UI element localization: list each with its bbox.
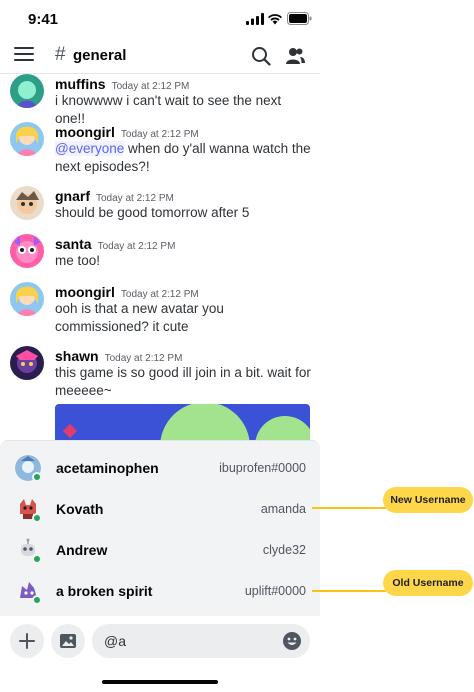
autocomplete-item[interactable]: a broken spirit uplift#0000 (0, 570, 320, 611)
member-list-icon[interactable] (285, 46, 305, 66)
autocomplete-display-name: Andrew (56, 542, 108, 558)
battery-icon (287, 12, 312, 25)
emoji-icon[interactable] (282, 631, 302, 651)
autocomplete-display-name: acetaminophen (56, 460, 159, 476)
message-timestamp: Today at 2:12 PM (120, 289, 199, 300)
message-username[interactable]: santa Today at 2:12 PM (55, 236, 175, 252)
message-username[interactable]: moongirl Today at 2:12 PM (55, 284, 199, 300)
plus-icon (19, 633, 35, 649)
online-status-icon (32, 595, 42, 605)
message-text: @everyone when do y'all wanna watch the … (55, 141, 311, 174)
message-timestamp: Today at 2:12 PM (111, 81, 190, 92)
home-indicator (102, 680, 218, 684)
avatar[interactable] (10, 122, 44, 156)
message-list[interactable]: muffins Today at 2:12 PM i knowwww i can'… (0, 74, 320, 440)
avatar[interactable] (10, 74, 44, 108)
autocomplete-username: clyde32 (262, 543, 306, 557)
message-text: should be good tomorrow after 5 (55, 205, 250, 220)
mention-autocomplete: acetaminophen ibuprofen#0000 Kovath aman… (0, 440, 320, 616)
message-text: this game is so good ill join in a bit. … (55, 365, 311, 398)
autocomplete-display-name: a broken spirit (56, 583, 153, 599)
autocomplete-item[interactable]: acetaminophen ibuprofen#0000 (0, 447, 320, 488)
avatar[interactable] (10, 346, 44, 380)
autocomplete-username: ibuprofen#0000 (219, 461, 306, 475)
new-username-annotation: New Username (383, 487, 473, 513)
avatar[interactable] (10, 186, 44, 220)
message-username[interactable]: shawn Today at 2:12 PM (55, 348, 182, 364)
add-attachment-button[interactable] (10, 624, 44, 658)
message-input-value: @a (104, 633, 126, 649)
status-bar: 9:41 (0, 0, 320, 38)
channel-hash-icon: # (55, 44, 66, 65)
message-username[interactable]: muffins Today at 2:12 PM (55, 76, 189, 92)
online-status-icon (32, 554, 42, 564)
channel-name: general (73, 47, 127, 64)
autocomplete-username: uplift#0000 (244, 584, 306, 598)
image-icon (60, 634, 76, 648)
hamburger-menu-icon[interactable] (14, 47, 34, 65)
message-timestamp: Today at 2:12 PM (120, 129, 199, 140)
online-status-icon (32, 472, 42, 482)
cellular-signal-icon (246, 13, 264, 25)
message-timestamp: Today at 2:12 PM (104, 353, 183, 364)
wifi-icon (268, 14, 282, 25)
message-composer: @a (0, 616, 320, 666)
message-text: i knowwww i can't wait to see the next o… (55, 93, 282, 126)
phone-screen: 9:41 # general muffins Today at 2:12 PM … (0, 0, 320, 692)
message-username[interactable]: gnarf Today at 2:12 PM (55, 188, 174, 204)
autocomplete-username: amanda (260, 502, 306, 516)
status-time: 9:41 (28, 11, 59, 28)
online-status-icon (32, 513, 42, 523)
avatar[interactable] (10, 282, 44, 316)
message-timestamp: Today at 2:12 PM (96, 193, 174, 204)
channel-header: # general (0, 38, 320, 74)
autocomplete-item[interactable]: Kovath amanda (0, 488, 320, 529)
autocomplete-item[interactable]: Andrew clyde32 (0, 529, 320, 570)
new-username-connector (312, 507, 386, 509)
message-input[interactable]: @a (92, 624, 310, 658)
search-icon[interactable] (251, 46, 271, 66)
message-timestamp: Today at 2:12 PM (97, 241, 176, 252)
image-attachment[interactable] (55, 404, 310, 440)
avatar[interactable] (10, 234, 44, 268)
message-text: ooh is that a new avatar you commissione… (55, 301, 224, 334)
autocomplete-display-name: Kovath (56, 501, 104, 517)
old-username-connector (312, 590, 386, 592)
everyone-mention[interactable]: @everyone (55, 141, 125, 156)
message-username[interactable]: moongirl Today at 2:12 PM (55, 124, 199, 140)
gallery-button[interactable] (51, 624, 85, 658)
message-text: me too! (55, 253, 101, 268)
old-username-annotation: Old Username (383, 570, 473, 596)
